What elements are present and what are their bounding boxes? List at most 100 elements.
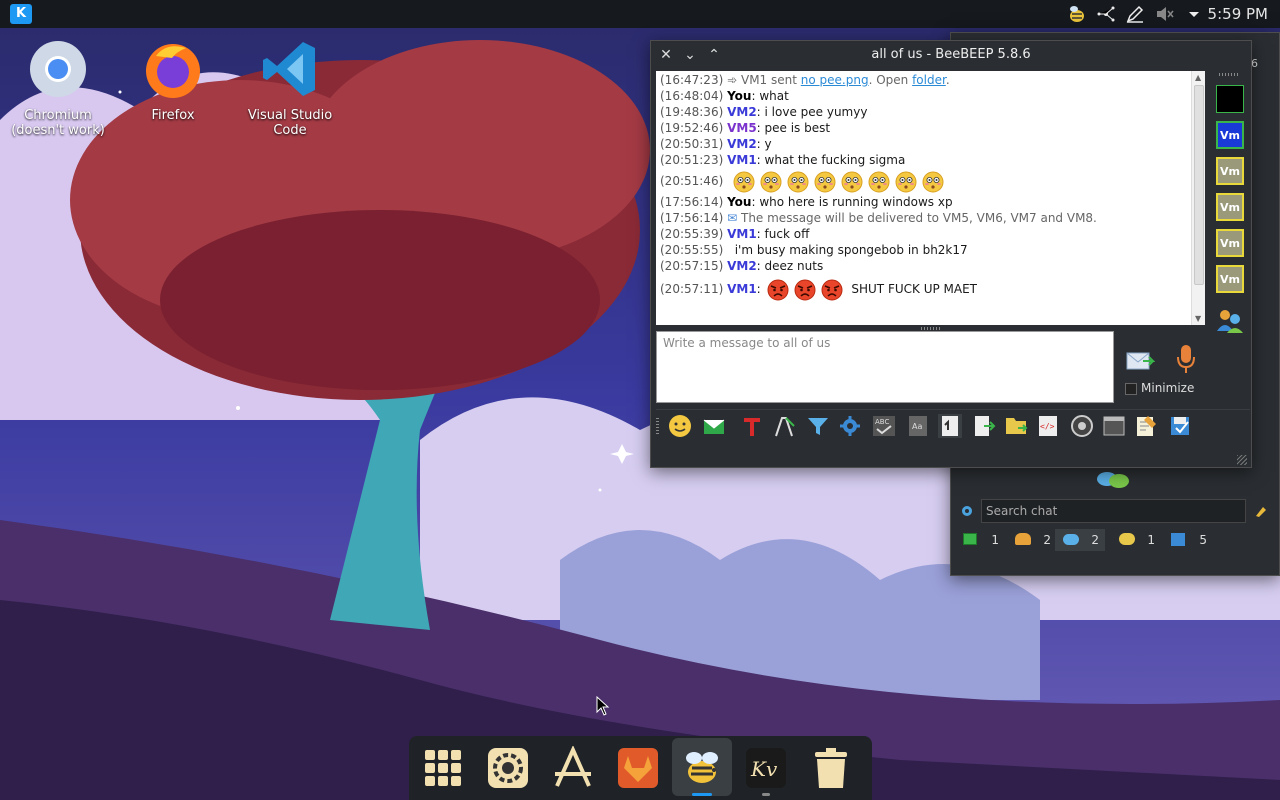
flushed-face-icon xyxy=(760,171,782,192)
send-file-icon[interactable] xyxy=(938,414,962,438)
chevron-down-icon[interactable] xyxy=(1183,4,1205,24)
angry-face-icon xyxy=(821,279,843,300)
save-chat-icon[interactable] xyxy=(1168,414,1192,438)
gitlab-icon[interactable] xyxy=(616,746,660,790)
scroll-up-icon[interactable]: ▲ xyxy=(1195,73,1201,82)
filter-icon[interactable] xyxy=(806,414,830,438)
clear-search-icon[interactable] xyxy=(1253,503,1269,519)
angry-face-icon xyxy=(794,279,816,300)
share-folder-icon[interactable] xyxy=(1004,414,1028,438)
spellcheck-icon[interactable]: ABC xyxy=(872,414,896,438)
flushed-face-icon xyxy=(868,171,890,192)
desktop-icon-label: Visual Studio Code xyxy=(247,108,333,138)
muted-speaker-icon[interactable] xyxy=(1154,4,1176,24)
bg-window-partial-text: 6 xyxy=(1251,57,1258,70)
chromium-icon xyxy=(30,41,86,97)
search-chat-input[interactable]: Search chat xyxy=(981,499,1246,523)
text-editor-icon[interactable] xyxy=(551,746,595,790)
plugins-icon[interactable] xyxy=(838,414,862,438)
tab-count: 2 xyxy=(1091,533,1099,547)
chat-message: (20:57:11) VM1: SHUT FUCK UP MAET xyxy=(660,274,1187,304)
svg-text:Aa: Aa xyxy=(912,422,922,431)
chat-toolbar: ABC Aa </> xyxy=(656,409,1250,441)
files-icon xyxy=(1171,533,1185,546)
chat-message: (20:51:23) VM1: what the fucking sigma xyxy=(660,153,906,167)
member-avatar[interactable]: Vm xyxy=(1216,157,1244,185)
text-color-icon[interactable] xyxy=(740,414,764,438)
flushed-face-icon xyxy=(922,171,944,192)
flushed-face-icon xyxy=(841,171,863,192)
chat-scrollbar[interactable]: ▲ ▼ xyxy=(1191,71,1205,325)
font-icon[interactable] xyxy=(772,414,796,438)
firefox-icon xyxy=(146,44,200,98)
window-icon[interactable] xyxy=(1102,414,1126,438)
resize-grip[interactable] xyxy=(1237,455,1247,465)
notes-icon[interactable] xyxy=(1134,414,1158,438)
chat-window-titlebar[interactable]: ✕ ⌄ ⌃ all of us - BeeBEEP 5.8.6 xyxy=(651,41,1251,69)
member-avatar[interactable]: Vm xyxy=(1216,265,1244,293)
tab-users[interactable]: 1 xyxy=(955,529,1005,551)
member-avatar-self[interactable] xyxy=(1216,85,1244,113)
settings-icon[interactable] xyxy=(486,746,530,790)
tab-groups[interactable]: 2 xyxy=(1007,529,1057,551)
kdeconnect-icon[interactable] xyxy=(1095,4,1117,24)
splitter-handle[interactable] xyxy=(921,327,941,330)
folder-link[interactable]: folder xyxy=(912,73,946,87)
beebeep-icon[interactable] xyxy=(680,746,724,790)
trash-icon[interactable] xyxy=(809,746,853,790)
envelope-icon: ✉ xyxy=(727,211,738,225)
file-link[interactable]: no pee.png xyxy=(801,73,869,87)
chat-log[interactable]: (16:47:23) ➾ VM1 sent no pee.png. Open f… xyxy=(656,71,1191,325)
app-grid-icon[interactable] xyxy=(421,746,465,790)
toolbar-handle[interactable] xyxy=(656,418,659,434)
clock[interactable]: 5:59 PM xyxy=(1208,5,1268,23)
search-options-icon[interactable] xyxy=(959,503,975,519)
beebeep-tray-icon[interactable] xyxy=(1066,4,1088,24)
chat-message: (16:48:04) You: what xyxy=(660,89,789,103)
emoticon-icon[interactable] xyxy=(668,414,692,438)
member-avatar[interactable]: Vm xyxy=(1216,121,1244,149)
send-message-icon[interactable] xyxy=(1125,347,1155,373)
email-icon[interactable] xyxy=(702,414,726,438)
tab-files[interactable]: 5 xyxy=(1163,529,1213,551)
add-members-icon[interactable] xyxy=(1215,307,1245,333)
microphone-icon[interactable] xyxy=(1175,343,1197,375)
application-launcher-icon[interactable]: K xyxy=(10,4,32,24)
chat-window[interactable]: ✕ ⌄ ⌃ all of us - BeeBEEP 5.8.6 (16:47:2… xyxy=(650,40,1252,468)
send-area: Minimize xyxy=(1119,331,1209,403)
top-panel: K 5:59 PM xyxy=(0,0,1280,28)
word-completion-icon[interactable]: Aa xyxy=(906,414,930,438)
kvantum-icon[interactable]: Kv xyxy=(744,746,788,790)
scroll-down-icon[interactable]: ▼ xyxy=(1195,314,1201,323)
member-avatar[interactable]: Vm xyxy=(1216,229,1244,257)
svg-text:ABC: ABC xyxy=(875,418,889,426)
minimize-checkbox[interactable] xyxy=(1125,383,1137,395)
chat-message: (19:48:36) VM2: i love pee yumyy xyxy=(660,105,868,119)
tab-count: 1 xyxy=(1147,533,1155,547)
screenshot-icon[interactable] xyxy=(1070,414,1094,438)
drag-handle[interactable] xyxy=(1219,73,1239,76)
file-transfer-icon: ➾ xyxy=(727,73,738,87)
flushed-face-icon xyxy=(733,171,755,192)
desktop-icon-firefox[interactable]: Firefox xyxy=(118,38,228,123)
send-folder-icon[interactable] xyxy=(972,414,996,438)
network-icon xyxy=(1119,533,1135,545)
member-avatar[interactable]: Vm xyxy=(1216,193,1244,221)
html-code-icon[interactable]: </> xyxy=(1036,414,1060,438)
desktop-icon-chromium[interactable]: Chromium (doesn't work) xyxy=(3,38,113,138)
chats-icon xyxy=(1097,472,1129,488)
svg-text:</>: </> xyxy=(1040,422,1055,431)
tab-chats[interactable]: 2 xyxy=(1055,529,1105,551)
chat-members-bar: Vm Vm Vm Vm Vm xyxy=(1211,71,1249,333)
chat-message: (17:56:14) You: who here is running wind… xyxy=(660,195,953,209)
desktop-icon-label: Firefox xyxy=(151,108,195,123)
tab-network[interactable]: 1 xyxy=(1111,529,1161,551)
chat-message: (20:57:15) VM2: deez nuts xyxy=(660,259,824,273)
scrollbar-thumb[interactable] xyxy=(1194,85,1204,285)
pen-icon[interactable] xyxy=(1124,4,1146,24)
message-input[interactable]: Write a message to all of us xyxy=(656,331,1114,403)
chat-message: (17:56:14) ✉ The message will be deliver… xyxy=(660,211,1097,225)
desktop-icon-vscode[interactable]: Visual Studio Code xyxy=(235,38,345,138)
tab-count: 1 xyxy=(991,533,999,547)
svg-text:Kv: Kv xyxy=(750,757,778,781)
